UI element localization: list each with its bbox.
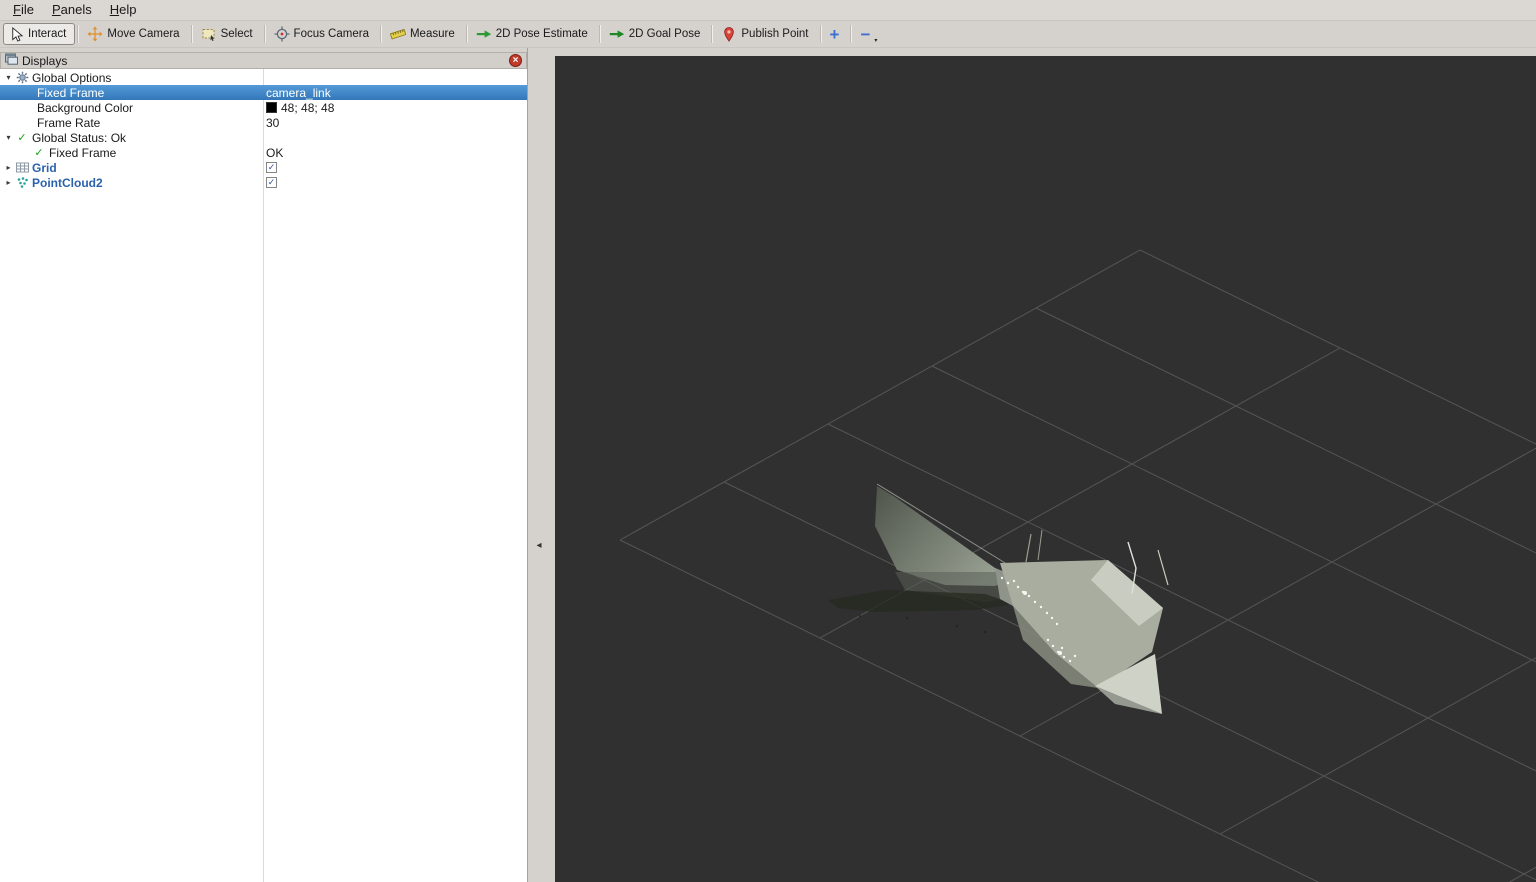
tool-2d-goal-pose[interactable]: 2D Goal Pose <box>603 23 710 45</box>
close-icon[interactable]: × <box>509 54 522 67</box>
tree-row-fixed-frame-status[interactable]: ✓ Fixed Frame OK <box>0 145 527 160</box>
displays-panel: Displays × ▾ Global Options Fixed Frame <box>0 48 528 882</box>
tool-publish-point[interactable]: Publish Point <box>715 23 817 45</box>
tool-move-camera[interactable]: Move Camera <box>81 23 188 45</box>
toolbar-separator <box>77 25 79 43</box>
menu-bar: File Panels Help <box>0 0 1536 21</box>
toolbar-separator <box>191 25 193 43</box>
status-ok-check-icon: ✓ <box>31 146 47 159</box>
tree-row-grid[interactable]: ▸ Grid ✓ <box>0 160 527 175</box>
displays-panel-title: Displays <box>22 54 67 68</box>
frame-rate-value[interactable]: 30 <box>263 115 527 130</box>
remove-tool-button[interactable]: − ▾ <box>854 23 879 45</box>
display-name: PointCloud2 <box>32 176 103 190</box>
grid-enabled-checkbox[interactable]: ✓ <box>266 162 277 173</box>
tool-label: Move Camera <box>107 28 179 40</box>
panel-splitter[interactable]: ◂ <box>528 48 555 882</box>
toolbar-separator <box>599 25 601 43</box>
tool-interact[interactable]: Interact <box>3 23 75 45</box>
property-name: Global Options <box>32 71 111 85</box>
tree-row-fixed-frame[interactable]: Fixed Frame camera_link <box>0 85 527 100</box>
pointcloud-render <box>828 484 1168 714</box>
tool-select[interactable]: Select <box>195 23 262 45</box>
render-viewport-3d[interactable] <box>555 56 1536 882</box>
expander-icon[interactable]: ▸ <box>3 163 14 172</box>
property-value: 30 <box>266 116 279 130</box>
select-box-icon <box>201 26 217 42</box>
display-name: Grid <box>32 161 57 175</box>
toolbar-separator <box>711 25 713 43</box>
menu-panels[interactable]: Panels <box>43 1 101 19</box>
toolbar: Interact Move Camera Select Focus Camera… <box>0 21 1536 48</box>
expander-icon[interactable]: ▸ <box>3 178 14 187</box>
tool-label: Interact <box>28 28 66 40</box>
status-ok-check-icon: ✓ <box>14 131 30 144</box>
tree-row-frame-rate[interactable]: Frame Rate 30 <box>0 115 527 130</box>
property-name: Global Status: Ok <box>32 131 126 145</box>
property-value: 48; 48; 48 <box>281 101 334 115</box>
dropdown-arrow-icon: ▾ <box>874 38 877 44</box>
tool-2d-pose-estimate[interactable]: 2D Pose Estimate <box>470 23 597 45</box>
tree-row-background-color[interactable]: Background Color 48; 48; 48 <box>0 100 527 115</box>
move-camera-arrows-icon <box>87 26 103 42</box>
tool-label: Select <box>221 28 253 40</box>
goal-pose-arrow-icon <box>609 26 625 42</box>
fixed-frame-value[interactable]: camera_link <box>263 85 527 100</box>
interact-hand-icon <box>9 27 24 42</box>
expander-icon[interactable]: ▾ <box>3 73 14 82</box>
tool-label: Publish Point <box>741 28 808 40</box>
collapse-panel-button[interactable]: ◂ <box>533 538 545 554</box>
displays-tree: ▾ Global Options Fixed Frame camera_link <box>0 69 527 882</box>
toolbar-separator <box>820 25 822 43</box>
focus-crosshair-icon <box>274 26 290 42</box>
toolbar-separator <box>850 25 852 43</box>
tree-row-global-options[interactable]: ▾ Global Options <box>0 70 527 85</box>
menu-file[interactable]: File <box>4 1 43 19</box>
tree-row-pointcloud2[interactable]: ▸ PointCloud2 ✓ <box>0 175 527 190</box>
grid-display-icon <box>14 161 30 174</box>
tool-label: 2D Pose Estimate <box>496 28 588 40</box>
global-options-icon <box>14 71 30 84</box>
publish-point-pin-icon <box>721 26 737 42</box>
property-name: Frame Rate <box>37 116 100 130</box>
viewport-canvas <box>555 56 1536 882</box>
pointcloud2-enabled-checkbox[interactable]: ✓ <box>266 177 277 188</box>
minus-icon: − <box>860 26 870 43</box>
rviz-window: { "menu_bar": { "items": [ { "label": "F… <box>0 0 1536 882</box>
pose-estimate-arrow-icon <box>476 26 492 42</box>
toolbar-separator <box>466 25 468 43</box>
tool-measure[interactable]: Measure <box>384 23 464 45</box>
menu-help[interactable]: Help <box>101 1 146 19</box>
property-name: Fixed Frame <box>49 146 116 160</box>
displays-panel-titlebar[interactable]: Displays × <box>0 52 527 69</box>
add-tool-button[interactable]: + <box>824 23 849 45</box>
tool-focus-camera[interactable]: Focus Camera <box>268 23 378 45</box>
pointcloud2-display-icon <box>14 176 30 189</box>
measure-ruler-icon <box>390 26 406 42</box>
tree-column-divider[interactable] <box>263 69 264 882</box>
property-value: OK <box>266 146 283 160</box>
expander-icon[interactable]: ▾ <box>3 133 14 142</box>
tree-row-global-status[interactable]: ▾ ✓ Global Status: Ok <box>0 130 527 145</box>
property-name: Background Color <box>37 101 133 115</box>
toolbar-separator <box>264 25 266 43</box>
tool-label: Measure <box>410 28 455 40</box>
tool-label: 2D Goal Pose <box>629 28 701 40</box>
toolbar-separator <box>380 25 382 43</box>
property-value: camera_link <box>266 86 331 100</box>
displays-panel-icon <box>5 53 18 68</box>
tool-label: Focus Camera <box>294 28 369 40</box>
color-swatch <box>266 102 277 113</box>
plus-icon: + <box>830 26 840 43</box>
background-color-value[interactable]: 48; 48; 48 <box>263 100 527 115</box>
property-name: Fixed Frame <box>37 86 104 100</box>
